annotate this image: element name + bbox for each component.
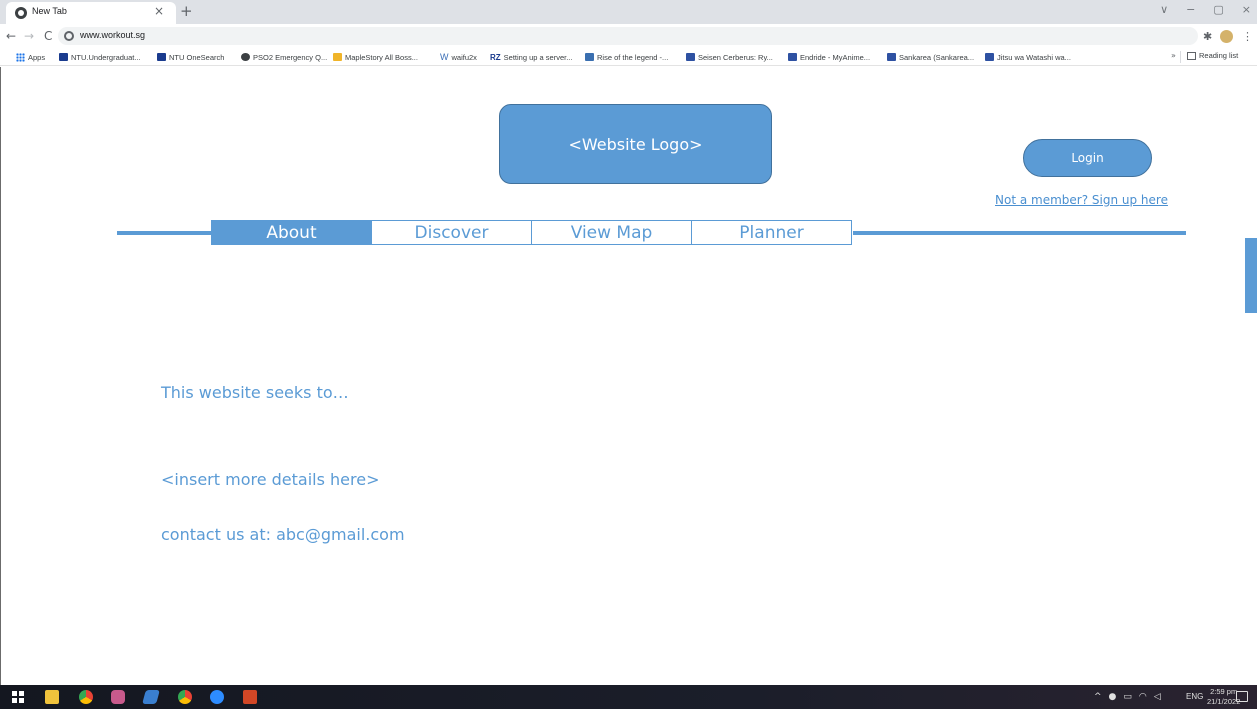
bookmark-ntu-onesearch[interactable]: NTU OneSearch — [157, 51, 224, 63]
tab-close-icon[interactable]: × — [154, 4, 164, 18]
new-tab-button[interactable]: + — [180, 2, 193, 20]
myanimelist-icon — [686, 53, 695, 61]
language-indicator[interactable]: ENG — [1186, 692, 1203, 701]
bookmarks-overflow-icon[interactable]: » — [1171, 51, 1176, 60]
bookmark-seisen-cerberus[interactable]: Seisen Cerberus: Ry... — [686, 51, 773, 63]
chrome-favicon-icon — [15, 7, 27, 19]
windows-taskbar: ^ ● ▭ ◠ ◁ ENG 2:59 pm 21/1/2022 — [0, 685, 1257, 709]
app-icon[interactable] — [142, 690, 160, 704]
profile-avatar[interactable] — [1220, 30, 1233, 43]
apps-grid-icon — [16, 52, 25, 62]
tray-chevron-icon[interactable]: ^ — [1094, 692, 1102, 702]
page-viewport: <Website Logo> Login Not a member? Sign … — [0, 67, 1257, 685]
bookmark-endride[interactable]: Endride - MyAnime... — [788, 51, 870, 63]
bookmark-waifu2x[interactable]: W waifu2x — [440, 51, 477, 63]
reload-icon[interactable]: C — [44, 29, 52, 43]
bookmark-jitsu-wa[interactable]: Jitsu wa Watashi wa... — [985, 51, 1071, 63]
microphone-icon[interactable]: ● — [1109, 692, 1117, 702]
contact-text: contact us at: abc@gmail.com — [161, 525, 405, 544]
ntu-icon — [59, 53, 68, 61]
tab-search-icon[interactable]: ∨ — [1160, 3, 1168, 16]
system-tray: ^ ● ▭ ◠ ◁ — [1094, 692, 1161, 702]
chrome-icon[interactable] — [79, 690, 93, 704]
tab-title: New Tab — [32, 6, 67, 16]
browser-tab-strip: New Tab × + ∨ − ▢ × — [0, 0, 1257, 24]
bookmark-setting-up-server[interactable]: RZ Setting up a server... — [490, 51, 572, 63]
intro-text: This website seeks to… — [161, 383, 349, 402]
bookmark-rise-of-legend[interactable]: Rise of the legend -... — [585, 51, 668, 63]
chrome-icon[interactable] — [178, 690, 192, 704]
side-scroll-tab[interactable] — [1245, 238, 1257, 313]
back-arrow-icon[interactable]: ← — [6, 29, 16, 43]
bookmark-apps[interactable]: Apps — [16, 51, 45, 63]
file-explorer-icon[interactable] — [45, 690, 59, 704]
address-bar[interactable]: www.workout.sg — [58, 27, 1198, 45]
tab-about[interactable]: About — [211, 220, 372, 245]
browser-tab[interactable]: New Tab × — [6, 2, 176, 24]
extensions-puzzle-icon[interactable]: ✱ — [1203, 30, 1212, 43]
myanimelist-icon — [788, 53, 797, 61]
address-url[interactable]: www.workout.sg — [80, 30, 145, 40]
myanimelist-icon — [985, 53, 994, 61]
main-nav: About Discover View Map Planner — [211, 220, 852, 245]
reading-list-button[interactable]: Reading list — [1187, 51, 1238, 60]
bookmarks-bar: Apps NTU.Undergraduat... NTU OneSearch P… — [0, 48, 1257, 66]
close-window-icon[interactable]: × — [1242, 3, 1251, 16]
volume-icon[interactable]: ◁ — [1154, 692, 1161, 702]
maple-icon — [333, 53, 342, 61]
login-label: Login — [1071, 151, 1104, 165]
globe-icon — [241, 53, 250, 61]
tab-planner[interactable]: Planner — [691, 220, 852, 245]
bookmark-ntu-undergrad[interactable]: NTU.Undergraduat... — [59, 51, 141, 63]
forward-arrow-icon[interactable]: → — [24, 29, 34, 43]
windows-start-icon[interactable] — [12, 691, 24, 703]
reading-list-icon — [1187, 51, 1196, 60]
wifi-icon[interactable]: ◠ — [1139, 692, 1147, 702]
bookmark-maplestory[interactable]: MapleStory All Boss... — [333, 51, 418, 63]
powerpoint-icon[interactable] — [243, 690, 257, 704]
zoom-icon[interactable] — [210, 690, 224, 704]
tab-discover[interactable]: Discover — [371, 220, 532, 245]
restore-icon[interactable]: ▢ — [1213, 3, 1223, 16]
signup-link[interactable]: Not a member? Sign up here — [995, 193, 1168, 207]
logo-text: <Website Logo> — [568, 134, 703, 154]
puzzle-icon — [585, 53, 594, 61]
paint-icon[interactable] — [111, 690, 125, 704]
details-placeholder-text: <insert more details here> — [161, 470, 380, 489]
minimize-icon[interactable]: − — [1186, 3, 1195, 16]
ntu-icon — [157, 53, 166, 61]
notification-icon[interactable] — [1236, 691, 1248, 702]
tab-view-map[interactable]: View Map — [531, 220, 692, 245]
bookmark-pso2[interactable]: PSO2 Emergency Q... — [241, 51, 327, 63]
battery-icon[interactable]: ▭ — [1123, 692, 1132, 702]
site-info-icon[interactable] — [64, 31, 74, 41]
nav-rule-right — [853, 231, 1186, 235]
bookmarks-divider — [1180, 51, 1181, 63]
myanimelist-icon — [887, 53, 896, 61]
bookmark-sankarea[interactable]: Sankarea (Sankarea... — [887, 51, 974, 63]
login-button[interactable]: Login — [1023, 139, 1152, 177]
website-logo[interactable]: <Website Logo> — [499, 104, 772, 184]
rz-icon: RZ — [490, 52, 501, 62]
w-icon: W — [440, 52, 449, 62]
browser-toolbar: ← → C www.workout.sg ✱ ⋮ — [0, 24, 1257, 48]
window-controls: ∨ − ▢ × — [1160, 3, 1251, 16]
kebab-menu-icon[interactable]: ⋮ — [1242, 30, 1253, 43]
nav-rule-left — [117, 231, 213, 235]
